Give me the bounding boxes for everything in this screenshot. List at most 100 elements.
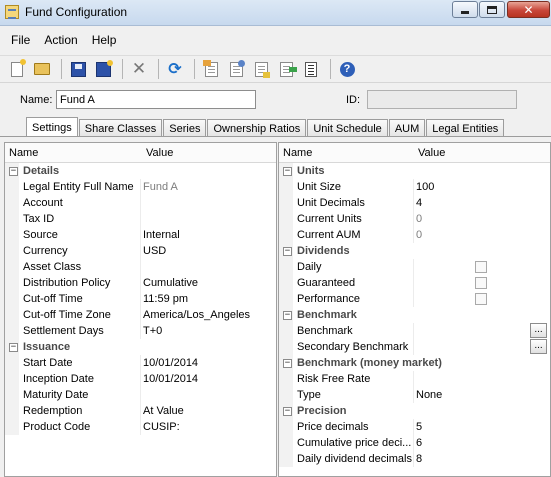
property-value[interactable]: At Value — [140, 403, 276, 419]
name-input[interactable] — [56, 90, 256, 109]
property-value[interactable]: None — [413, 387, 550, 403]
menu-action[interactable]: Action — [37, 31, 84, 49]
property-value[interactable]: Cumulative — [140, 275, 276, 291]
refresh-button[interactable]: ⟳ — [164, 58, 186, 80]
property-row[interactable]: Benchmark... — [279, 323, 550, 339]
delete-button[interactable]: ✕ — [128, 58, 150, 80]
property-row[interactable]: Daily dividend decimals 8 — [279, 451, 550, 467]
property-row[interactable]: Inception Date 10/01/2014 — [5, 371, 276, 387]
property-row[interactable]: Risk Free Rate — [279, 371, 550, 387]
list-button[interactable] — [300, 58, 322, 80]
menu-bar: File Action Help — [0, 29, 551, 51]
property-checkbox[interactable] — [475, 277, 487, 289]
property-row[interactable]: Unit Size 100 — [279, 179, 550, 195]
collapse-icon[interactable]: − — [283, 359, 292, 368]
property-row[interactable]: Distribution Policy Cumulative — [5, 275, 276, 291]
property-row[interactable]: Redemption At Value — [5, 403, 276, 419]
close-button[interactable]: ✕ — [507, 1, 550, 18]
property-name: Daily — [297, 261, 322, 273]
property-value[interactable]: 10/01/2014 — [140, 371, 276, 387]
property-row[interactable]: Settlement Days T+0 — [5, 323, 276, 339]
collapse-icon[interactable]: − — [9, 343, 18, 352]
property-row[interactable]: Daily — [279, 259, 550, 275]
property-value[interactable]: 0 — [413, 227, 550, 243]
property-value[interactable] — [140, 195, 276, 211]
property-row[interactable]: Cut-off Time 11:59 pm — [5, 291, 276, 307]
property-row[interactable]: Account — [5, 195, 276, 211]
save-button[interactable] — [67, 58, 89, 80]
property-row[interactable]: Source Internal — [5, 227, 276, 243]
property-value[interactable]: 8 — [413, 451, 550, 467]
collapse-icon[interactable]: − — [283, 407, 292, 416]
tab-settings[interactable]: Settings — [26, 117, 78, 137]
property-row[interactable]: Tax ID — [5, 211, 276, 227]
collapse-icon[interactable]: − — [283, 247, 292, 256]
property-value[interactable]: 11:59 pm — [140, 291, 276, 307]
property-row[interactable]: Asset Class — [5, 259, 276, 275]
property-value[interactable] — [140, 259, 276, 275]
property-row[interactable]: Guaranteed — [279, 275, 550, 291]
row-gutter — [5, 387, 19, 403]
property-value[interactable]: 10/01/2014 — [140, 355, 276, 371]
help-button[interactable]: ? — [336, 58, 358, 80]
property-value[interactable]: Fund A — [140, 179, 276, 195]
property-value[interactable]: America/Los_Angeles — [140, 307, 276, 323]
property-row[interactable]: Product Code CUSIP: — [5, 419, 276, 435]
property-value[interactable] — [140, 387, 276, 403]
property-row[interactable]: Maturity Date — [5, 387, 276, 403]
property-value[interactable]: 6 — [413, 435, 550, 451]
new-button[interactable] — [6, 58, 28, 80]
collapse-icon[interactable]: − — [283, 311, 292, 320]
tab-unit-schedule[interactable]: Unit Schedule — [307, 119, 388, 137]
property-value[interactable]: Internal — [140, 227, 276, 243]
property-row[interactable]: Current AUM 0 — [279, 227, 550, 243]
doc-settings-button[interactable] — [200, 58, 222, 80]
property-value[interactable]: T+0 — [140, 323, 276, 339]
doc-copy-button[interactable] — [250, 58, 272, 80]
browse-button[interactable]: ... — [530, 323, 547, 338]
open-button[interactable] — [31, 58, 53, 80]
property-row[interactable]: Currency USD — [5, 243, 276, 259]
property-row[interactable]: Performance — [279, 291, 550, 307]
property-value[interactable]: CUSIP: — [140, 419, 276, 435]
row-gutter — [5, 419, 19, 435]
property-row[interactable]: Type None — [279, 387, 550, 403]
save-all-button[interactable] — [92, 58, 114, 80]
menu-help[interactable]: Help — [85, 31, 124, 49]
tab-share-classes[interactable]: Share Classes — [78, 119, 163, 137]
property-row[interactable]: Secondary Benchmark... — [279, 339, 550, 355]
property-row[interactable]: Current Units 0 — [279, 211, 550, 227]
minimize-button[interactable] — [452, 1, 478, 18]
collapse-icon[interactable]: − — [283, 167, 292, 176]
category-row: − Precision — [279, 403, 550, 419]
doc-export-button[interactable] — [275, 58, 297, 80]
tab-legal-entities[interactable]: Legal Entities — [426, 119, 505, 137]
row-gutter — [279, 291, 293, 307]
property-row[interactable]: Price decimals 5 — [279, 419, 550, 435]
property-row[interactable]: Unit Decimals 4 — [279, 195, 550, 211]
doc-settings-icon — [202, 59, 218, 77]
property-row[interactable]: Legal Entity Full Name Fund A — [5, 179, 276, 195]
property-value[interactable]: USD — [140, 243, 276, 259]
property-value[interactable] — [413, 371, 550, 387]
doc-user-button[interactable] — [225, 58, 247, 80]
property-value[interactable]: 4 — [413, 195, 550, 211]
property-value[interactable]: 0 — [413, 211, 550, 227]
property-value[interactable] — [140, 211, 276, 227]
property-row[interactable]: Cut-off Time Zone America/Los_Angeles — [5, 307, 276, 323]
property-row[interactable]: Start Date 10/01/2014 — [5, 355, 276, 371]
property-value[interactable]: 5 — [413, 419, 550, 435]
tab-ownership-ratios[interactable]: Ownership Ratios — [207, 119, 307, 137]
collapse-icon[interactable]: − — [9, 167, 18, 176]
browse-button[interactable]: ... — [530, 339, 547, 354]
category-label: Units — [297, 165, 325, 177]
tab-series[interactable]: Series — [163, 119, 207, 137]
maximize-button[interactable] — [479, 1, 505, 18]
menu-file[interactable]: File — [4, 31, 37, 49]
property-row[interactable]: Cumulative price deci... 6 — [279, 435, 550, 451]
row-gutter — [5, 243, 19, 259]
property-checkbox[interactable] — [475, 293, 487, 305]
property-value[interactable]: 100 — [413, 179, 550, 195]
property-checkbox[interactable] — [475, 261, 487, 273]
tab-aum[interactable]: AUM — [388, 119, 426, 137]
